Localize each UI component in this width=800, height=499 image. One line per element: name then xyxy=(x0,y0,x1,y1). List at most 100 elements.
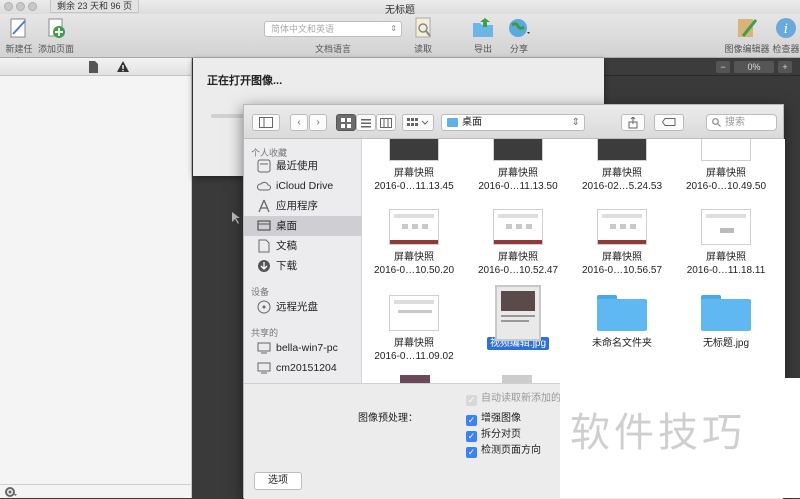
file-thumbnail xyxy=(701,209,751,245)
info-icon: i xyxy=(774,16,798,40)
warning-icon[interactable] xyxy=(117,61,129,73)
file-item[interactable]: 屏幕快照 2016-0…11.13.45 xyxy=(362,139,466,193)
location-select[interactable]: 桌面 ⇕ xyxy=(441,114,585,131)
enhance-checkbox[interactable]: ✓ 增强图像 xyxy=(466,413,521,426)
icon-view-button[interactable] xyxy=(336,114,356,131)
computer-icon xyxy=(257,362,271,374)
sidebar-item-desktop[interactable]: 桌面 xyxy=(244,216,362,236)
sidebar-item-label: cm20151204 xyxy=(276,362,337,374)
checkmark-icon: ✓ xyxy=(466,447,477,458)
sidebar-toggle-button[interactable] xyxy=(252,114,280,131)
cloud-icon xyxy=(257,181,271,191)
checkmark-icon: ✓ xyxy=(466,395,477,406)
finder-sidebar: 个人收藏 最近使用 iCloud Drive 应用程序 桌面 文稿 下载 设备 xyxy=(244,139,362,383)
file-name: 屏幕快照 xyxy=(394,338,434,349)
zoom-in-button[interactable]: + xyxy=(778,61,792,73)
language-select-value: 简体中文和英语 xyxy=(271,24,335,34)
file-thumbnail xyxy=(597,139,647,161)
language-caption: 文档语言 xyxy=(314,44,351,54)
checkmark-icon: ✓ xyxy=(466,431,477,442)
file-name: 屏幕快照 xyxy=(602,168,642,179)
file-name: 屏幕快照 xyxy=(498,252,538,263)
sidebar-item-shared-pc[interactable]: bella-win7-pc xyxy=(244,338,362,358)
inspector-button[interactable]: i 检查器 xyxy=(772,16,800,55)
file-item-selected[interactable]: 视频编辑.jpg xyxy=(466,285,570,350)
grid-icon xyxy=(341,118,351,128)
sidebar-item-applications[interactable]: 应用程序 xyxy=(244,196,362,216)
gear-icon[interactable] xyxy=(4,486,18,498)
auto-read-label: 自动读取新添加的 xyxy=(481,393,561,404)
read-button[interactable]: 读取 xyxy=(408,16,438,55)
file-item[interactable]: 屏幕快照 2016-02…5.24.53 xyxy=(570,139,674,193)
tag-icon xyxy=(661,118,676,126)
auto-read-checkbox[interactable]: ✓ 自动读取新添加的 xyxy=(466,393,561,406)
sidebar-item-downloads[interactable]: 下载 xyxy=(244,256,362,276)
export-button[interactable]: 导出 xyxy=(468,16,498,55)
file-thumbnail xyxy=(493,209,543,245)
tags-button[interactable] xyxy=(654,114,684,131)
file-date: 2016-0…10.49.50 xyxy=(685,181,767,192)
file-item[interactable]: 屏幕快照 2016-0…10.49.50 xyxy=(674,139,778,193)
file-item[interactable]: 屏幕快照 2016-0…11.13.50 xyxy=(466,139,570,193)
file-name: 屏幕快照 xyxy=(394,168,434,179)
file-thumbnail xyxy=(597,209,647,245)
split-checkbox[interactable]: ✓ 拆分对页 xyxy=(466,429,521,442)
share-sheet-button[interactable] xyxy=(621,114,645,131)
file-item[interactable]: 屏幕快照 2016-0…10.52.47 xyxy=(466,209,570,277)
arrange-button[interactable] xyxy=(402,114,434,131)
zoom-level[interactable]: 0% xyxy=(734,61,774,73)
file-item[interactable]: 屏幕快照 2016-0…11.18.11 xyxy=(674,209,778,277)
document-icon[interactable] xyxy=(88,61,98,73)
add-page-button[interactable]: 添加页面 xyxy=(38,16,74,55)
list-view-button[interactable] xyxy=(356,114,376,131)
title-bar: 剩余 23 天和 96 页 无标题 xyxy=(0,0,800,16)
back-button[interactable]: ‹ xyxy=(290,114,308,131)
column-view-button[interactable] xyxy=(376,114,396,131)
sidebar-item-label: iCloud Drive xyxy=(276,180,334,192)
preprocess-label: 图像预处理： xyxy=(358,413,418,424)
folder-item[interactable]: 无标题.jpg xyxy=(674,295,778,350)
file-thumbnail xyxy=(389,139,439,161)
sidebar-item-shared-cm[interactable]: cm20151204 xyxy=(244,358,362,378)
folder-icon xyxy=(597,295,647,331)
file-name: 屏幕快照 xyxy=(498,168,538,179)
sidebar-item-label: 下载 xyxy=(276,260,297,272)
forward-button[interactable]: › xyxy=(309,114,327,131)
page-list-footer xyxy=(0,484,192,498)
share-icon xyxy=(628,116,638,129)
search-icon xyxy=(712,118,721,127)
detect-checkbox[interactable]: ✓ 检测页面方向 xyxy=(466,445,541,458)
sidebar-item-icloud[interactable]: iCloud Drive xyxy=(244,176,362,196)
file-name: 无标题.jpg xyxy=(702,338,750,349)
share-button[interactable]: 分享 xyxy=(503,16,535,55)
file-date: 2016-0…10.56.57 xyxy=(581,265,663,276)
search-input[interactable]: 搜索 xyxy=(706,114,777,131)
file-name: 屏幕快照 xyxy=(394,252,434,263)
sidebar-item-documents[interactable]: 文稿 xyxy=(244,236,362,256)
file-item[interactable]: 屏幕快照 2016-0…10.50.20 xyxy=(362,209,466,277)
file-date: 2016-0…11.09.02 xyxy=(374,351,454,362)
cursor-icon[interactable] xyxy=(231,212,241,224)
watermark-text: 软件技巧 xyxy=(560,378,800,498)
zoom-out-button[interactable]: − xyxy=(716,61,730,73)
file-item[interactable]: 屏幕快照 2016-0…10.56.57 xyxy=(570,209,674,277)
image-editor-button[interactable]: 图像编辑器 xyxy=(722,16,772,55)
file-item[interactable]: 屏幕快照 2016-0…11.09.02 xyxy=(362,295,466,363)
file-date: 2016-0…10.50.20 xyxy=(373,265,455,276)
disc-icon xyxy=(257,300,271,314)
share-globe-icon xyxy=(507,16,531,40)
sidebar-icon xyxy=(259,117,273,128)
sidebar-item-remote-disc[interactable]: 远程光盘 xyxy=(244,297,362,317)
folder-item[interactable]: 未命名文件夹 xyxy=(570,295,674,350)
opening-image-title: 正在打开图像... xyxy=(207,75,283,87)
split-label: 拆分对页 xyxy=(481,429,521,440)
sidebar-item-label: bella-win7-pc xyxy=(276,342,338,354)
folder-icon xyxy=(447,118,458,127)
sidebar-item-label: 桌面 xyxy=(276,220,297,232)
share-label: 分享 xyxy=(509,44,528,54)
file-name: 未命名文件夹 xyxy=(592,338,652,349)
options-button[interactable]: 选项 xyxy=(254,472,302,490)
sidebar-item-recents[interactable]: 最近使用 xyxy=(244,156,362,176)
language-select[interactable]: 简体中文和英语 ⇕ xyxy=(264,21,402,37)
file-date: 2016-0…11.13.45 xyxy=(374,181,454,192)
